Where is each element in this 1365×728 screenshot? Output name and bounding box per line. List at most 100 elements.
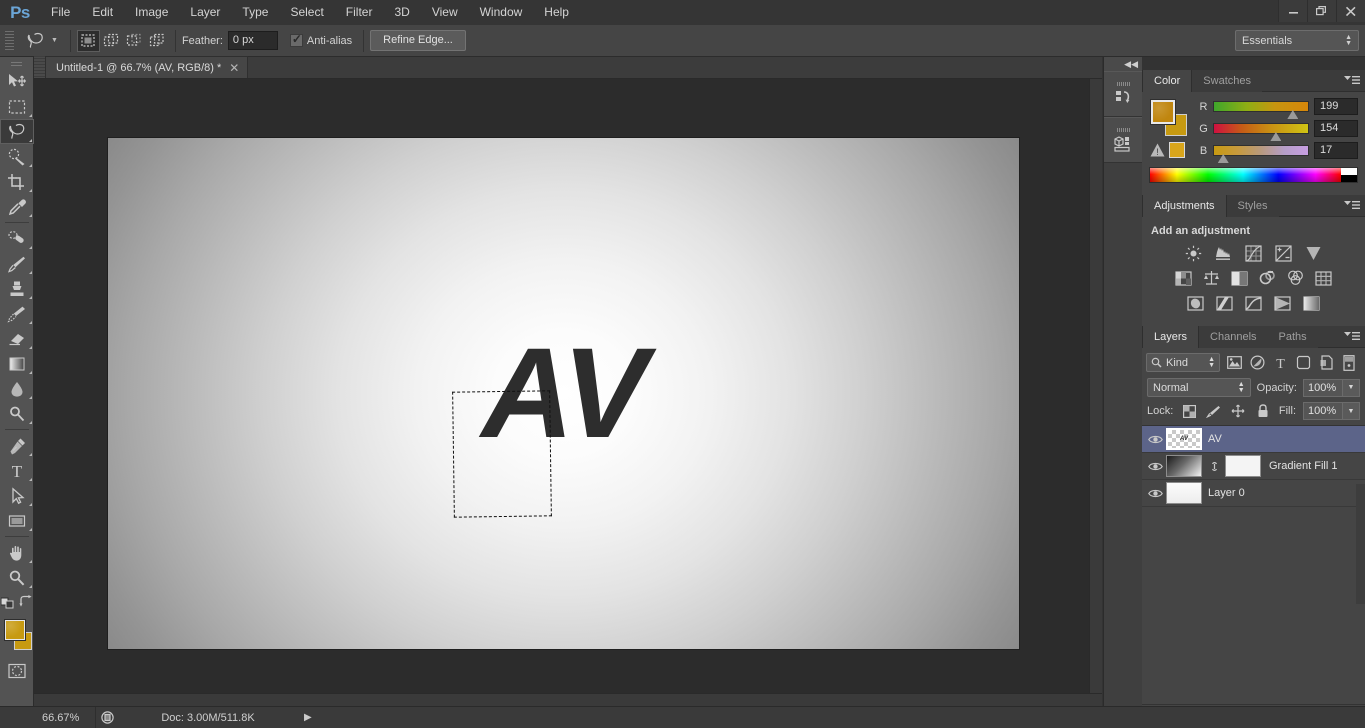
subtract-from-selection-button[interactable]: [123, 30, 146, 52]
filter-adjustment-layers-icon[interactable]: [1248, 354, 1266, 372]
tool-preset-picker[interactable]: ▼: [18, 30, 64, 52]
menu-view[interactable]: View: [421, 0, 469, 25]
panel-menu-icon[interactable]: [1344, 75, 1360, 89]
hand-tool[interactable]: [0, 540, 34, 565]
opacity-input[interactable]: 100%: [1303, 378, 1343, 397]
canvas-vertical-scrollbar[interactable]: [1089, 79, 1102, 706]
threshold-icon[interactable]: [1245, 294, 1263, 312]
tab-channels[interactable]: Channels: [1199, 326, 1268, 348]
channel-slider-g[interactable]: [1213, 123, 1309, 141]
tab-layers[interactable]: Layers: [1142, 326, 1200, 348]
curves-icon[interactable]: [1245, 244, 1263, 262]
menu-select[interactable]: Select: [279, 0, 334, 25]
gradient-tool[interactable]: [0, 351, 34, 376]
dodge-tool[interactable]: [0, 401, 34, 426]
blend-mode-dropdown[interactable]: Normal ▲ ▼: [1147, 378, 1251, 397]
pen-tool[interactable]: [0, 433, 34, 458]
close-button[interactable]: [1336, 0, 1365, 22]
history-brush-tool[interactable]: [0, 301, 34, 326]
vibrance-icon[interactable]: [1305, 244, 1323, 262]
channel-slider-thumb[interactable]: [1287, 110, 1299, 119]
horizontal-type-tool[interactable]: T: [0, 458, 34, 483]
foreground-color-swatch[interactable]: [5, 620, 25, 640]
menu-file[interactable]: File: [40, 0, 81, 25]
anti-alias-checkbox-group[interactable]: Anti-alias: [289, 32, 357, 47]
layer-row[interactable]: Gradient Fill 1: [1142, 453, 1365, 480]
tab-color[interactable]: Color: [1142, 70, 1193, 92]
layer-mask-thumbnail[interactable]: [1225, 455, 1261, 477]
channel-slider-thumb[interactable]: [1217, 154, 1229, 163]
layer-thumbnail[interactable]: [1166, 482, 1202, 504]
posterize-icon[interactable]: [1216, 294, 1234, 312]
crop-tool[interactable]: [0, 169, 34, 194]
clone-stamp-tool[interactable]: [0, 276, 34, 301]
move-tool[interactable]: [0, 69, 34, 94]
channel-slider-thumb[interactable]: [1270, 132, 1282, 141]
color-balance-icon[interactable]: [1203, 269, 1221, 287]
collapse-panels-icon[interactable]: ◀◀: [1104, 57, 1142, 71]
tab-bar-grip[interactable]: [34, 56, 45, 78]
path-selection-tool[interactable]: [0, 483, 34, 508]
tab-styles[interactable]: Styles: [1226, 195, 1279, 217]
gamut-warning[interactable]: !: [1150, 142, 1185, 158]
canvas-horizontal-scrollbar[interactable]: [34, 693, 1102, 706]
filter-smart-objects-icon[interactable]: [1317, 354, 1335, 372]
lock-transparent-pixels-icon[interactable]: [1180, 402, 1198, 420]
quick-selection-tool[interactable]: [0, 144, 34, 169]
color-panel-foreground-swatch[interactable]: [1150, 99, 1176, 125]
tools-panel-grip[interactable]: [0, 60, 33, 69]
channel-value-r[interactable]: 199: [1314, 98, 1358, 115]
filter-type-layers-icon[interactable]: T: [1271, 354, 1289, 372]
lock-image-pixels-icon[interactable]: [1205, 402, 1223, 420]
mask-link-icon[interactable]: [1208, 460, 1221, 473]
menu-layer[interactable]: Layer: [179, 0, 231, 25]
menu-window[interactable]: Window: [469, 0, 534, 25]
exposure-icon[interactable]: [1275, 244, 1293, 262]
filter-toggle-icon[interactable]: [1340, 354, 1358, 372]
fill-chevron-down-icon[interactable]: ▼: [1343, 402, 1360, 420]
opacity-chevron-down-icon[interactable]: ▼: [1343, 378, 1360, 397]
layer-visibility-toggle[interactable]: [1144, 488, 1166, 499]
anti-alias-checkbox[interactable]: [289, 32, 303, 47]
lock-all-icon[interactable]: [1254, 402, 1272, 420]
gradient-map-icon[interactable]: [1274, 294, 1292, 312]
tab-adjustments[interactable]: Adjustments: [1142, 195, 1227, 217]
layer-filter-kind-dropdown[interactable]: Kind ▲ ▼: [1146, 353, 1220, 372]
menu-type[interactable]: Type: [231, 0, 279, 25]
new-selection-button[interactable]: [76, 29, 100, 52]
menu-3d[interactable]: 3D: [383, 0, 420, 25]
levels-icon[interactable]: [1215, 244, 1233, 262]
mini-bridge-panel-button[interactable]: [1104, 117, 1143, 163]
refine-edge-button[interactable]: Refine Edge...: [370, 30, 466, 51]
filter-shape-layers-icon[interactable]: [1294, 354, 1312, 372]
gamut-substitute-swatch[interactable]: [1169, 142, 1185, 158]
feather-input[interactable]: 0 px: [227, 31, 278, 50]
filter-pixel-layers-icon[interactable]: [1225, 354, 1243, 372]
panel-menu-icon[interactable]: [1344, 331, 1360, 345]
channel-mixer-icon[interactable]: [1287, 269, 1305, 287]
close-icon[interactable]: ✕: [229, 61, 239, 75]
layer-visibility-toggle[interactable]: [1144, 461, 1166, 472]
layer-row[interactable]: Layer 0: [1142, 480, 1365, 507]
tab-swatches[interactable]: Swatches: [1192, 70, 1262, 92]
channel-value-b[interactable]: 17: [1314, 142, 1358, 159]
workspace-selector[interactable]: Essentials ▲ ▼: [1235, 30, 1359, 51]
zoom-level-input[interactable]: 66.67%: [34, 706, 96, 728]
layer-thumbnail[interactable]: [1166, 428, 1202, 450]
zoom-tool[interactable]: [0, 565, 34, 590]
color-spectrum-ramp[interactable]: [1149, 167, 1358, 183]
panel-menu-icon[interactable]: [1344, 200, 1360, 214]
hue-saturation-icon[interactable]: [1175, 269, 1193, 287]
channel-slider-r[interactable]: [1213, 101, 1309, 119]
document-info-icon[interactable]: [96, 711, 118, 724]
tab-paths[interactable]: Paths: [1267, 326, 1318, 348]
photo-filter-icon[interactable]: [1259, 269, 1277, 287]
black-white-icon[interactable]: [1231, 269, 1249, 287]
selective-color-icon[interactable]: [1303, 294, 1321, 312]
menu-help[interactable]: Help: [533, 0, 580, 25]
restore-button[interactable]: [1307, 0, 1336, 22]
brush-tool[interactable]: [0, 251, 34, 276]
color-lookup-icon[interactable]: [1315, 269, 1333, 287]
lock-position-icon[interactable]: [1230, 402, 1248, 420]
history-panel-button[interactable]: [1104, 71, 1143, 117]
